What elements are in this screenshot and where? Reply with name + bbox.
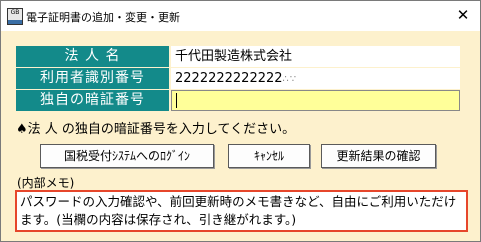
corp-name-value: 千代田製造株式会社 [171, 46, 460, 67]
login-button[interactable]: 国税受付ｼｽﾃﾑへのﾛｸﾞｲﾝ [40, 144, 214, 168]
window-title: 電子証明書の追加・変更・更新 [26, 11, 180, 24]
redacted-icon: ∴∵ [282, 74, 298, 85]
confirm-result-button[interactable]: 更新結果の確認 [321, 144, 436, 168]
dialog-window: GB 電子証明書の追加・変更・更新 ✕ 法 人 名 千代田製造株式会社 利用者識… [0, 0, 481, 242]
memo-label: (内部メモ) [17, 176, 75, 190]
title-bar: GB 電子証明書の追加・変更・更新 ✕ [1, 1, 480, 31]
close-button[interactable]: ✕ [452, 5, 474, 25]
user-id-value: 2222222222222∴∵ [171, 68, 460, 89]
app-icon: GB [7, 8, 23, 25]
text-caret [176, 93, 177, 108]
pin-label: 独自の暗証番号 [16, 90, 169, 111]
pin-input[interactable] [171, 90, 460, 111]
cancel-button[interactable]: ｷｬﾝｾﾙ [228, 144, 310, 168]
user-id-label: 利用者識別番号 [16, 68, 169, 89]
memo-textarea[interactable]: パスワードの入力確認や、前回更新時のメモ書きなど、自由にご利用いただけます。(当… [15, 190, 468, 232]
corp-name-label: 法 人 名 [16, 46, 169, 67]
user-id-text: 2222222222222 [175, 71, 283, 86]
instruction-text: ♠法 人 の独自の暗証番号を入力してください。 [16, 122, 296, 137]
